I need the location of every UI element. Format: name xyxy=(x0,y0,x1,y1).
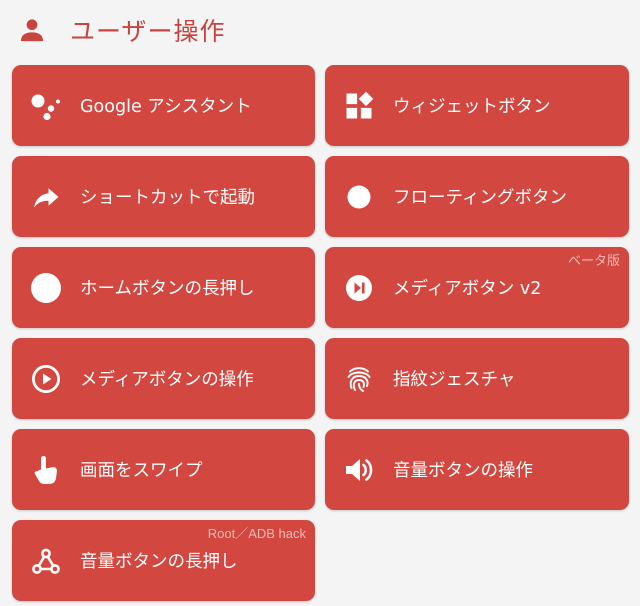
action-grid: Google アシスタント ウィジェットボタン ショートカットで起動 フローティ… xyxy=(12,65,629,601)
google-assistant-button[interactable]: Google アシスタント xyxy=(12,65,315,146)
button-label: 画面をスワイプ xyxy=(80,461,203,481)
launch-shortcut-button[interactable]: ショートカットで起動 xyxy=(12,156,315,237)
person-icon xyxy=(18,16,46,44)
circle-icon xyxy=(342,180,376,214)
section-header: ユーザー操作 xyxy=(18,10,226,50)
home-long-press-button[interactable]: ホームボタンの長押し xyxy=(12,247,315,328)
media-button-control-button[interactable]: メディアボタンの操作 xyxy=(12,338,315,419)
media-button-v2[interactable]: メディアボタン v2 ベータ版 xyxy=(325,247,629,328)
button-label: 指紋ジェスチャ xyxy=(393,370,516,390)
webhook-icon xyxy=(29,544,63,578)
button-label: フローティングボタン xyxy=(393,188,567,208)
touch-hand-icon xyxy=(29,453,63,487)
screen-swipe-button[interactable]: 画面をスワイプ xyxy=(12,429,315,510)
button-label: メディアボタンの操作 xyxy=(80,370,254,390)
root-adb-badge: Root／ADB hack xyxy=(207,526,306,541)
beta-badge: ベータ版 xyxy=(567,253,620,268)
page-title: ユーザー操作 xyxy=(70,17,226,46)
widget-button[interactable]: ウィジェットボタン xyxy=(325,65,629,146)
button-label: 音量ボタンの操作 xyxy=(393,461,533,481)
play-pause-icon xyxy=(342,271,376,305)
play-circle-icon xyxy=(29,362,63,396)
google-assistant-icon xyxy=(29,89,63,123)
volume-long-press-button[interactable]: 音量ボタンの長押し Root／ADB hack xyxy=(12,520,315,601)
fingerprint-gesture-button[interactable]: 指紋ジェスチャ xyxy=(325,338,629,419)
button-label: Google アシスタント xyxy=(80,97,252,117)
button-label: ホームボタンの長押し xyxy=(80,279,255,299)
button-label: ウィジェットボタン xyxy=(393,97,551,117)
button-label: メディアボタン v2 xyxy=(393,279,542,299)
home-circle-icon xyxy=(29,271,63,305)
floating-button[interactable]: フローティングボタン xyxy=(325,156,629,237)
button-label: ショートカットで起動 xyxy=(80,188,255,208)
button-label: 音量ボタンの長押し xyxy=(80,552,238,572)
fingerprint-icon xyxy=(342,362,376,396)
widgets-icon xyxy=(342,89,376,123)
share-arrow-icon xyxy=(29,180,63,214)
volume-button-control-button[interactable]: 音量ボタンの操作 xyxy=(325,429,629,510)
volume-icon xyxy=(342,453,376,487)
